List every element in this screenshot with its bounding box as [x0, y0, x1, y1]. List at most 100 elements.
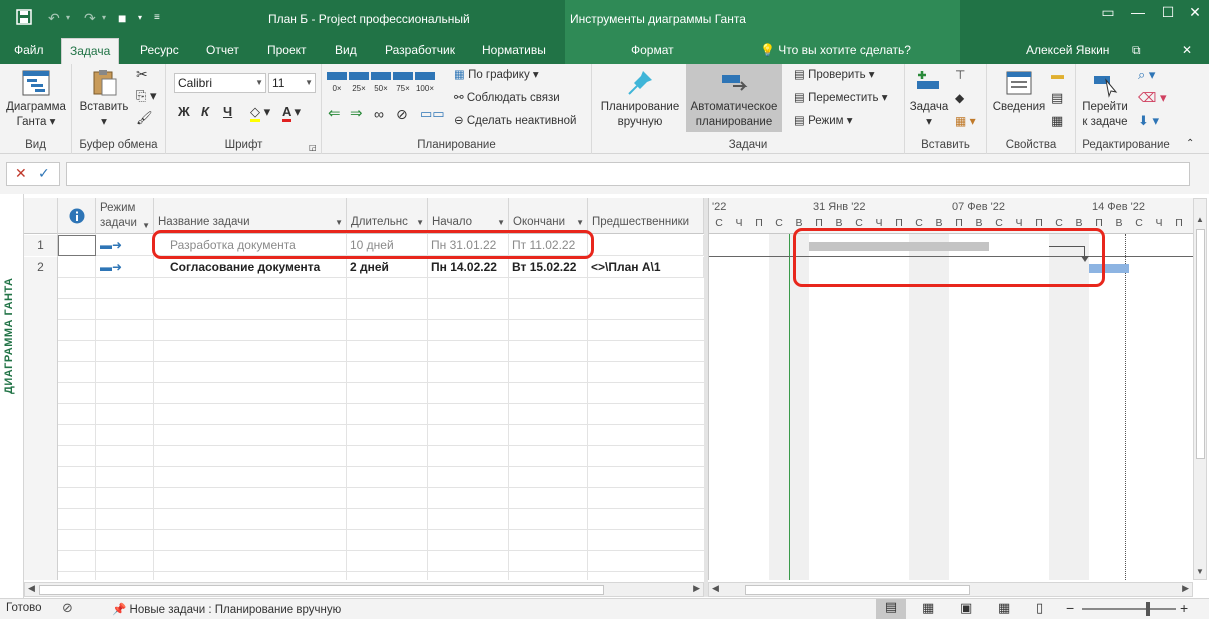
- paste-button[interactable]: Вставить ▾: [76, 68, 132, 130]
- row-number[interactable]: [24, 467, 58, 488]
- empty-row[interactable]: [24, 551, 704, 572]
- close-doc-icon[interactable]: ✕: [1174, 38, 1200, 64]
- scroll-right-icon[interactable]: ▶: [693, 583, 700, 594]
- select-all-corner[interactable]: [24, 198, 58, 234]
- redo-dropdown-icon[interactable]: ▾: [102, 9, 106, 27]
- entry-field[interactable]: [66, 162, 1190, 186]
- tab-file[interactable]: Файл: [6, 38, 52, 64]
- row-number[interactable]: [24, 299, 58, 320]
- empty-row[interactable]: [24, 488, 704, 509]
- column-finish[interactable]: Окончани ▼: [509, 198, 588, 234]
- font-color-icon[interactable]: A ▾: [282, 104, 301, 122]
- start-cell[interactable]: Пн 14.02.22: [428, 257, 509, 278]
- scroll-left-icon[interactable]: ◀: [28, 583, 35, 594]
- tab-developer[interactable]: Разработчик: [377, 38, 463, 64]
- scrollbar-thumb[interactable]: [39, 585, 604, 595]
- report-view-icon[interactable]: ▯: [1036, 600, 1043, 616]
- scroll-right-icon[interactable]: ▶: [1182, 583, 1189, 594]
- empty-row[interactable]: [24, 572, 704, 580]
- underline-button[interactable]: Ч: [223, 104, 232, 119]
- confirm-entry-icon[interactable]: ✓: [38, 165, 50, 182]
- quick-access-dropdown-icon[interactable]: ▾: [138, 9, 142, 27]
- insert-deliverable-icon[interactable]: ▦ ▾: [955, 113, 976, 129]
- task-name-cell[interactable]: Согласование документа: [154, 257, 347, 278]
- notes-icon[interactable]: ▬: [1051, 67, 1064, 83]
- row-number[interactable]: [24, 320, 58, 341]
- row-number[interactable]: 1: [24, 235, 58, 256]
- insert-summary-icon[interactable]: ⊤: [955, 67, 965, 83]
- predecessors-cell[interactable]: <>\План А\1: [588, 257, 704, 278]
- gantt-horizontal-scrollbar[interactable]: ◀ ▶: [708, 582, 1193, 597]
- row-number[interactable]: [24, 341, 58, 362]
- row-number[interactable]: [24, 278, 58, 299]
- scroll-left-icon[interactable]: ◀: [712, 583, 719, 594]
- scroll-down-icon[interactable]: ▼: [1196, 567, 1204, 576]
- percent-50-button[interactable]: 50×: [371, 72, 391, 97]
- row-number[interactable]: [24, 551, 58, 572]
- highlight-color-icon[interactable]: ◇ ▾: [250, 104, 270, 122]
- column-start[interactable]: Начало ▼: [428, 198, 509, 234]
- percent-100-button[interactable]: 100×: [415, 72, 435, 97]
- undo-dropdown-icon[interactable]: ▾: [66, 9, 70, 27]
- collapse-ribbon-icon[interactable]: ⌃: [1186, 136, 1194, 152]
- task-usage-view-icon[interactable]: ▦: [922, 600, 934, 616]
- font-name-select[interactable]: Calibri ▼: [174, 73, 266, 93]
- zoom-slider[interactable]: [1082, 608, 1176, 610]
- column-task-mode[interactable]: Режим задачи ▼: [96, 198, 154, 234]
- row-number[interactable]: [24, 425, 58, 446]
- user-name[interactable]: Алексей Явкин: [1018, 38, 1117, 64]
- insert-task-button[interactable]: Задача ▾: [907, 68, 951, 130]
- tell-me-search[interactable]: 💡 Что вы хотите сделать?: [752, 38, 919, 64]
- predecessors-cell[interactable]: [588, 235, 704, 256]
- restore-ribbon-icon[interactable]: ⧉: [1124, 38, 1149, 64]
- column-indicators[interactable]: [58, 198, 96, 234]
- manual-schedule-button[interactable]: Планирование вручную: [598, 68, 682, 130]
- empty-row[interactable]: [24, 446, 704, 467]
- find-icon[interactable]: ⌕ ▾: [1138, 67, 1155, 83]
- inspect-button[interactable]: ▤ Проверить ▾: [794, 67, 875, 83]
- row-number[interactable]: [24, 488, 58, 509]
- row-number[interactable]: [24, 383, 58, 404]
- row-number[interactable]: [24, 404, 58, 425]
- indicator-cell[interactable]: [58, 235, 96, 256]
- gantt-view-icon[interactable]: ▤: [876, 599, 906, 619]
- format-painter-icon[interactable]: 🖌: [136, 110, 153, 126]
- percent-75-button[interactable]: 75×: [393, 72, 413, 97]
- insert-milestone-icon[interactable]: ◆: [955, 90, 964, 106]
- tab-task[interactable]: Задача: [61, 38, 120, 65]
- scroll-up-icon[interactable]: ▲: [1196, 215, 1204, 224]
- bold-button[interactable]: Ж: [178, 104, 190, 119]
- new-tasks-mode[interactable]: 📌 Новые задачи : Планирование вручную: [112, 602, 341, 616]
- scrollbar-thumb[interactable]: [1196, 229, 1205, 459]
- minimize-icon[interactable]: —: [1123, 4, 1153, 20]
- font-size-select[interactable]: 11 ▼: [268, 73, 316, 93]
- empty-row[interactable]: [24, 467, 704, 488]
- table-row[interactable]: 2 ▬➜ Согласование документа 2 дней Пн 14…: [24, 257, 704, 278]
- column-task-name[interactable]: Название задачи ▼: [154, 198, 347, 234]
- customize-toolbar-icon[interactable]: ≡: [154, 9, 160, 27]
- italic-button[interactable]: К: [201, 104, 209, 119]
- duration-cell[interactable]: 2 дней: [347, 257, 428, 278]
- row-number[interactable]: [24, 572, 58, 580]
- empty-row[interactable]: [24, 530, 704, 551]
- inactivate-button[interactable]: ⊖ Сделать неактивной: [454, 113, 576, 129]
- row-number[interactable]: [24, 530, 58, 551]
- tab-view[interactable]: Вид: [327, 38, 365, 64]
- resource-sheet-view-icon[interactable]: ▦: [998, 600, 1010, 616]
- maximize-icon[interactable]: ☐: [1153, 4, 1183, 21]
- undo-icon[interactable]: ↶: [48, 9, 60, 27]
- row-number[interactable]: [24, 509, 58, 530]
- auto-schedule-button[interactable]: Автоматическое планирование: [686, 64, 782, 132]
- empty-row[interactable]: [24, 362, 704, 383]
- outdent-icon[interactable]: ⇐: [328, 106, 341, 122]
- redo-icon[interactable]: ↷: [84, 9, 96, 27]
- add-to-timeline-icon[interactable]: ▦: [1051, 113, 1063, 129]
- view-splitter[interactable]: [704, 198, 708, 597]
- tab-report[interactable]: Отчет: [198, 38, 247, 64]
- zoom-slider-thumb[interactable]: [1146, 602, 1150, 616]
- by-schedule-button[interactable]: ▦ По графику ▾: [454, 67, 539, 83]
- cancel-entry-icon[interactable]: ✕: [15, 165, 27, 182]
- empty-row[interactable]: [24, 509, 704, 530]
- cut-icon[interactable]: ✂: [136, 66, 148, 82]
- quick-access-icon[interactable]: ■: [118, 9, 126, 27]
